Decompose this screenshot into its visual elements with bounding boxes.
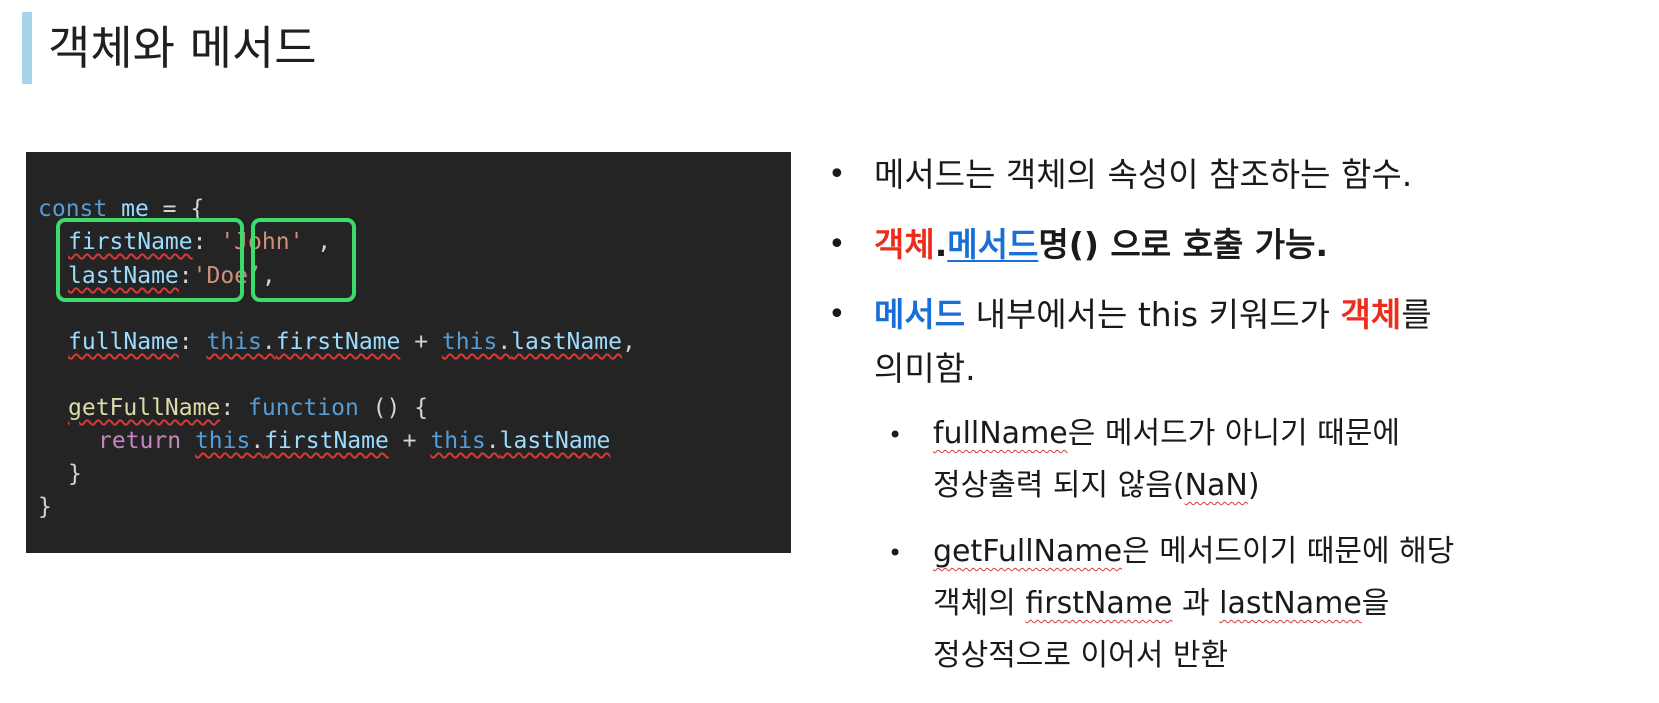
sub-bullet-dot: • [888, 421, 903, 449]
colon: : [220, 395, 235, 421]
object-close: } [38, 494, 52, 520]
firstname-term: firstName [1025, 586, 1173, 621]
sub-bullet-1-line-2: 정상출력 되지 않음(NaN) [933, 468, 1260, 503]
function-params: () { [358, 395, 429, 421]
lastname-ref: lastName [499, 428, 611, 454]
method-word: 메서드 [947, 225, 1039, 264]
plus-operator: + [400, 329, 442, 355]
code-line-6: return this.firstName + this.lastName [98, 428, 611, 454]
this-keyword: this [194, 428, 251, 454]
bullet-dot: • [828, 297, 846, 332]
code-panel: const me = { firstName: 'John' , lastNam… [26, 152, 791, 553]
fullname-term: fullName [933, 416, 1068, 451]
lastname-ref: lastName [511, 329, 622, 355]
bullet-dot: • [828, 227, 846, 262]
sub-bullet-1: fullName은 메서드가 아니기 때문에 [933, 416, 1400, 451]
firstname-ref: firstName [275, 329, 401, 355]
getfullname-key: getFullName [68, 395, 221, 421]
method-word: 메서드 [874, 295, 966, 334]
bullet-1: 메서드는 객체의 속성이 참조하는 함수. [874, 155, 1413, 194]
this-keyword: this [206, 329, 262, 355]
plus-operator: + [388, 428, 431, 454]
code-line-8: } [38, 490, 52, 524]
nan-term: NaN [1184, 468, 1248, 503]
sub-bullet-2-line-3: 정상적으로 이어서 반환 [933, 638, 1229, 673]
code-line-4: fullName: this.firstName + this.lastName… [68, 329, 636, 355]
bullet-dot: • [828, 157, 846, 192]
bullet-2: 객체.메서드명() 으로 호출 가능. [874, 225, 1329, 264]
object-word: 객체 [1340, 295, 1402, 334]
lastname-term: lastName [1219, 586, 1362, 621]
code-line-5: getFullName: function () { [68, 391, 428, 425]
sub-bullet-2: getFullName은 메서드이기 때문에 해당 [933, 534, 1455, 569]
object-word: 객체 [874, 225, 935, 264]
this-keyword: this [441, 329, 498, 355]
values-highlight-box [251, 218, 356, 302]
fullname-key: fullName [68, 329, 179, 355]
keys-highlight-box [56, 218, 244, 302]
getfullname-term: getFullName [933, 534, 1123, 569]
slide-title: 객체와 메서드 [48, 21, 317, 75]
function-keyword: function [248, 395, 359, 421]
sub-bullet-dot: • [888, 539, 903, 567]
function-close: } [68, 461, 82, 487]
bullet-3-line-2: 의미함. [874, 349, 976, 388]
return-keyword: return [98, 428, 182, 454]
firstname-ref: firstName [264, 428, 389, 454]
title-accent-bar [22, 12, 32, 84]
code-line-7: } [68, 457, 82, 491]
colon: : [178, 329, 193, 355]
bullet-3: 메서드 내부에서는 this 키워드가 객체를 [874, 295, 1432, 334]
comma: , [621, 329, 636, 355]
sub-bullet-2-line-2: 객체의 firstName 과 lastName을 [933, 586, 1390, 621]
this-keyword: this [430, 428, 486, 454]
